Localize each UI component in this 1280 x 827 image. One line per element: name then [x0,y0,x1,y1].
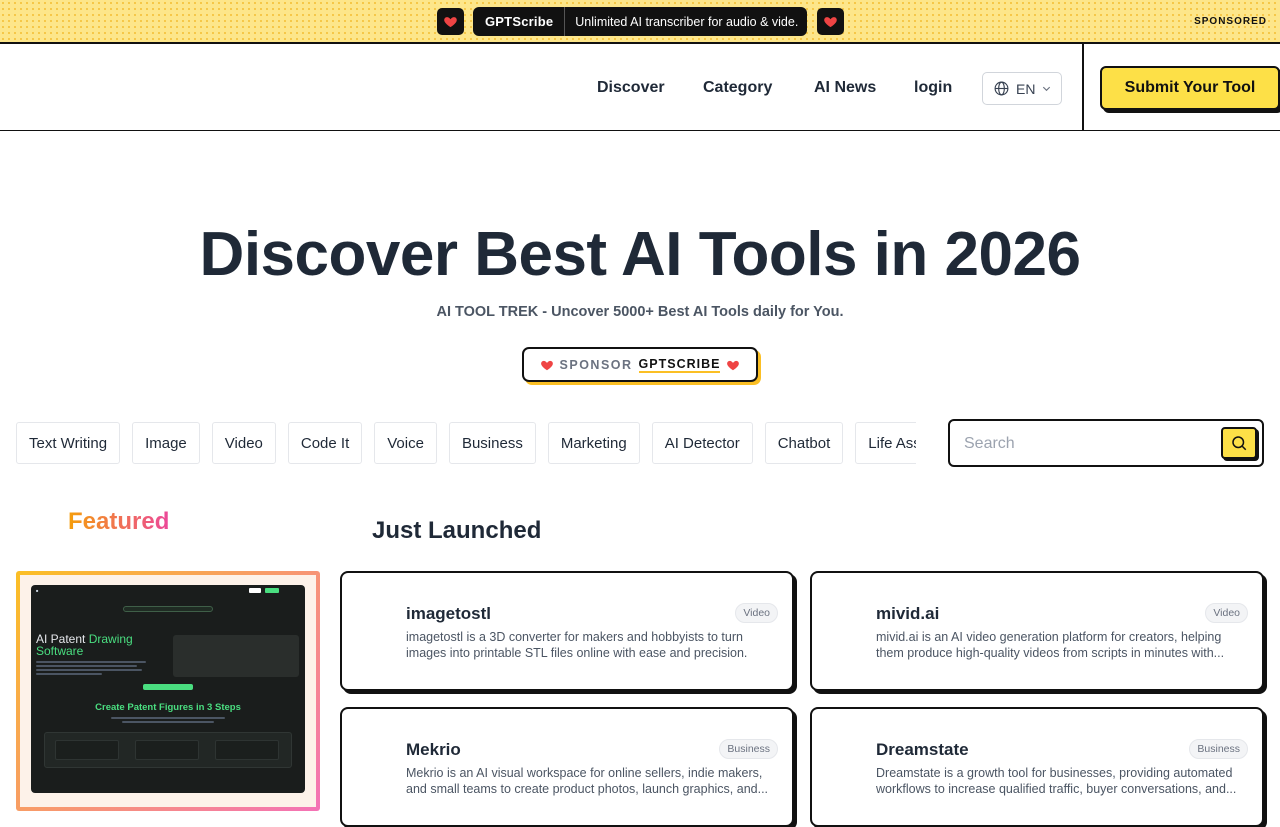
hero-subtitle: AI TOOL TREK - Uncover 5000+ Best AI Too… [436,304,844,320]
sponsored-label: SPONSORED [1194,16,1267,27]
language-label: EN [1016,80,1036,97]
promo-brand: GPTScribe [473,7,566,36]
category-business[interactable]: Business [448,422,536,464]
sponsor-pill[interactable]: SPONSOR GPTSCRIBE [522,347,758,382]
tool-description: Mekrio is an AI visual workspace for onl… [406,766,769,796]
category-image[interactable]: Image [132,422,200,464]
tool-description: imagetostl is a 3D converter for makers … [406,630,748,660]
nav-category[interactable]: Category [703,79,772,97]
category-tabs: Text Writing Image Video Code It Voice B… [16,422,916,464]
sponsor-label: SPONSOR [559,357,633,372]
language-selector[interactable]: EN [982,72,1062,105]
category-video[interactable]: Video [211,422,276,464]
tool-name: Dreamstate [876,740,969,759]
category-life-assistant[interactable]: Life Assistant [855,422,916,464]
tool-name: imagetostl [406,604,492,623]
category-text-writing[interactable]: Text Writing [16,422,121,464]
category-marketing[interactable]: Marketing [547,422,640,464]
tool-card[interactable]: Dreamstate Business Dreamstate is a grow… [810,707,1264,827]
featured-screenshot: ■ AI Patent Drawing Software Create Paten… [31,585,305,793]
preview-banner [123,606,213,612]
tool-card[interactable]: Mekrio Business Mekrio is an AI visual w… [340,707,794,827]
preview-login [249,588,261,593]
page-title: Discover Best AI Tools in 2026 [199,220,1081,289]
preview-steps [44,732,292,768]
search-button[interactable] [1221,427,1257,459]
nav-ai-news[interactable]: AI News [814,79,876,97]
search-icon [1232,436,1247,451]
globe-icon [994,81,1009,96]
preview-heading: AI Patent Drawing Software [36,632,133,658]
category-code-it[interactable]: Code It [287,422,363,464]
heart-icon [540,360,553,370]
promo-link[interactable]: GPTScribe Unlimited AI transcriber for a… [473,7,807,36]
nav-discover[interactable]: Discover [597,79,665,97]
nav-login[interactable]: login [914,79,952,97]
featured-title: Featured [68,508,170,535]
heart-icon-right [817,8,844,35]
nav-divider [1082,44,1084,130]
tool-card[interactable]: imagetostl Video imagetostl is a 3D conv… [340,571,794,691]
preview-logo: ■ [36,588,39,593]
tool-tag[interactable]: Business [719,739,778,759]
category-ai-detector[interactable]: AI Detector [651,422,753,464]
sponsor-banner[interactable]: GPTScribe Unlimited AI transcriber for a… [0,0,1280,44]
tool-name: mivid.ai [876,604,940,623]
preview-subtext [111,717,225,725]
preview-paragraph [36,661,146,677]
submit-tool-button[interactable]: Submit Your Tool [1100,66,1280,110]
preview-register [265,588,279,593]
tool-tag[interactable]: Business [1189,739,1248,759]
search-box [948,419,1264,467]
tool-tag[interactable]: Video [1205,603,1248,623]
preview-image [173,635,299,677]
tool-description: Dreamstate is a growth tool for business… [876,766,1237,796]
preview-section-title: Create Patent Figures in 3 Steps [95,702,241,713]
main-nav: Discover Category AI News login EN Submi… [0,44,1280,131]
search-input[interactable] [964,431,1214,457]
just-launched-title: Just Launched [372,517,542,544]
category-chatbot[interactable]: Chatbot [764,422,844,464]
tool-name: Mekrio [406,740,461,759]
category-voice[interactable]: Voice [374,422,437,464]
preview-cta [143,684,193,690]
tool-description: mivid.ai is an AI video generation platf… [876,630,1225,660]
tool-card[interactable]: mivid.ai Video mivid.ai is an AI video g… [810,571,1264,691]
promo-tagline: Unlimited AI transcriber for audio & vid… [575,14,799,29]
featured-card[interactable]: ■ AI Patent Drawing Software Create Paten… [16,571,320,811]
sponsor-name: GPTSCRIBE [638,356,721,373]
chevron-down-icon [1043,86,1051,92]
tool-tag[interactable]: Video [735,603,778,623]
heart-icon-left [437,8,464,35]
heart-icon [727,360,740,370]
